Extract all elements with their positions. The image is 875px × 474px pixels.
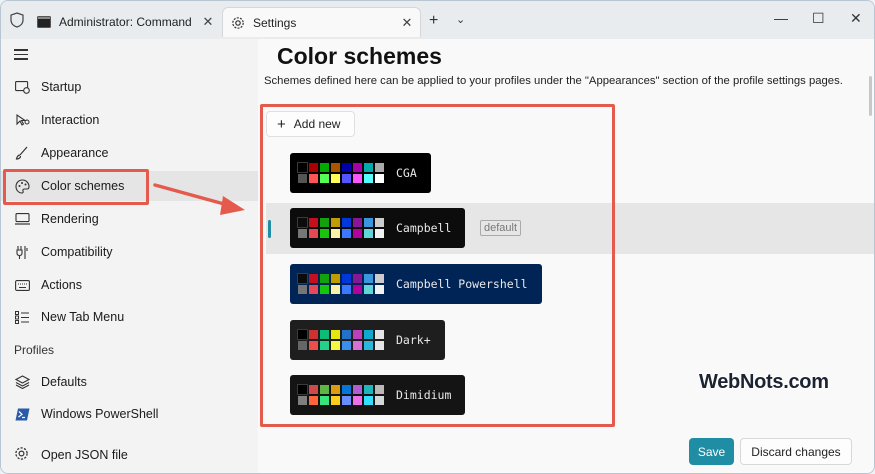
annotation-highlight-sidebar: [3, 169, 149, 205]
close-icon[interactable]: ✕: [394, 15, 420, 31]
page-title: Color schemes: [277, 43, 442, 69]
sidebar-item-label: Startup: [41, 80, 82, 94]
sidebar-item-windows-powershell[interactable]: Windows PowerShell: [1, 399, 258, 429]
title-bar: Administrator: Command Pr ✕ Settings ✕ +…: [1, 1, 874, 39]
monitor-icon: [14, 211, 30, 227]
scrollbar[interactable]: [869, 76, 872, 116]
list-icon: [14, 309, 30, 325]
gear-icon: [231, 16, 245, 30]
close-icon[interactable]: ✕: [195, 14, 221, 30]
sidebar-item-label: Rendering: [41, 212, 99, 226]
sidebar-item-startup[interactable]: Startup: [1, 72, 258, 102]
tab-label: Settings: [253, 15, 297, 30]
interaction-icon: [14, 112, 30, 128]
sidebar-item-label: Defaults: [41, 375, 87, 389]
sidebar-item-interaction[interactable]: Interaction: [1, 105, 258, 135]
tab-command-prompt[interactable]: Administrator: Command Pr ✕: [29, 7, 221, 37]
shield-icon: [10, 12, 24, 28]
tab-settings[interactable]: Settings ✕: [222, 7, 421, 37]
window-close-button[interactable]: ✕: [850, 10, 862, 27]
sidebar-item-label: Windows PowerShell: [41, 407, 159, 421]
save-button[interactable]: Save: [689, 438, 734, 465]
gear-icon: [14, 446, 30, 464]
annotation-arrow-icon: [153, 183, 245, 215]
powershell-icon: [14, 406, 30, 422]
sidebar-item-actions[interactable]: Actions: [1, 270, 258, 300]
hamburger-menu-icon[interactable]: [14, 49, 28, 63]
sidebar-item-compatibility[interactable]: Compatibility: [1, 237, 258, 267]
layers-icon: [14, 374, 30, 390]
terminal-settings-window: Administrator: Command Pr ✕ Settings ✕ +…: [0, 0, 875, 474]
tab-label: Administrator: Command Pr: [59, 15, 195, 29]
sidebar: Startup Interaction Appearance Color sch…: [1, 39, 258, 473]
open-json-label: Open JSON file: [41, 448, 128, 462]
sidebar-item-defaults[interactable]: Defaults: [1, 367, 258, 397]
chevron-down-icon[interactable]: ⌄: [456, 13, 465, 26]
open-json-file-button[interactable]: Open JSON file: [1, 437, 258, 473]
new-tab-button[interactable]: +: [429, 12, 438, 30]
page-description: Schemes defined here can be applied to y…: [264, 75, 843, 87]
sidebar-item-new-tab-menu[interactable]: New Tab Menu: [1, 302, 258, 332]
maximize-button[interactable]: ☐: [812, 10, 825, 27]
startup-icon: [14, 79, 30, 95]
sidebar-item-label: Interaction: [41, 113, 100, 127]
sidebar-item-appearance[interactable]: Appearance: [1, 138, 258, 168]
terminal-icon: [37, 15, 51, 29]
sidebar-item-label: Compatibility: [41, 245, 113, 259]
profiles-section-header: Profiles: [14, 343, 55, 357]
minimize-button[interactable]: —: [774, 10, 788, 26]
brush-icon: [14, 145, 30, 161]
sidebar-item-label: Appearance: [41, 146, 109, 160]
watermark-logo: WebNots.com: [699, 371, 829, 393]
keyboard-icon: [14, 277, 30, 293]
compatibility-icon: [14, 244, 30, 260]
sidebar-item-label: Actions: [41, 278, 82, 292]
annotation-highlight-schemes: [260, 104, 615, 427]
sidebar-item-label: New Tab Menu: [41, 310, 125, 324]
discard-changes-button[interactable]: Discard changes: [740, 438, 852, 465]
